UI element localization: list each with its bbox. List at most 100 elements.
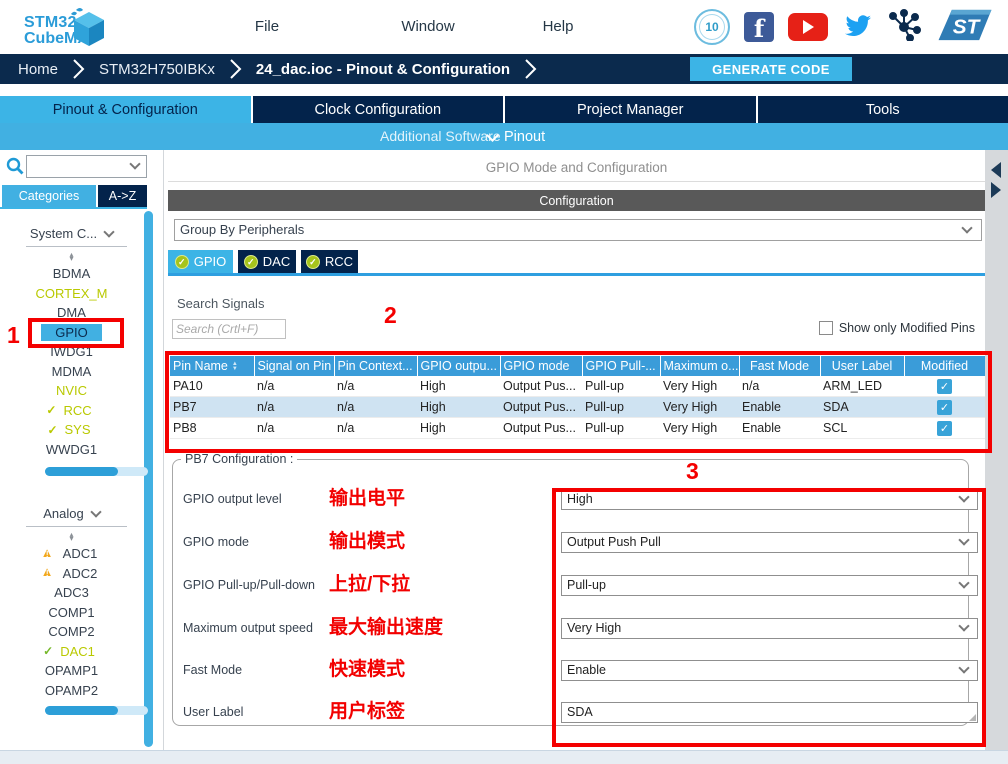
show-only-modified-pins-checkbox[interactable]: Show only Modified Pins: [819, 321, 975, 335]
peripheral-tab-rcc[interactable]: ✓RCC: [301, 250, 358, 273]
field-select-very-high[interactable]: Very High: [561, 618, 978, 639]
pin-cell[interactable]: ARM_LED: [820, 376, 904, 397]
pin-cell[interactable]: n/a: [739, 376, 820, 397]
column-header-gpio-pull-[interactable]: GPIO Pull-...: [582, 356, 660, 376]
sidebar-group-title[interactable]: System C...: [0, 222, 143, 244]
menu-item-file[interactable]: File: [237, 0, 297, 54]
sidebar-item-cortex_m[interactable]: CORTEX_M: [0, 284, 143, 304]
list-scroll-spinner[interactable]: ▴▾: [0, 530, 143, 544]
breadcrumb-item[interactable]: 24_dac.ioc - Pinout & Configuration: [256, 61, 510, 78]
sidebar-item-gpio[interactable]: GPIO: [0, 323, 143, 343]
sidebar-item-wwdg1[interactable]: WWDG1: [0, 440, 143, 460]
field-select-enable[interactable]: Enable: [561, 660, 978, 681]
sidebar-item-nvic[interactable]: NVIC: [0, 381, 143, 401]
column-header-signal-on-pin[interactable]: Signal on Pin: [254, 356, 334, 376]
column-header-gpio-mode[interactable]: GPIO mode: [500, 356, 582, 376]
tab-tools[interactable]: Tools: [756, 96, 1008, 123]
pin-cell[interactable]: Pull-up: [582, 376, 660, 397]
pin-cell[interactable]: Pull-up: [582, 397, 660, 418]
sidebar-vertical-scrollbar[interactable]: [144, 211, 153, 747]
twitter-icon[interactable]: [842, 11, 874, 44]
sidebar-group-title[interactable]: Analog: [0, 502, 143, 524]
pin-cell[interactable]: Output Pus...: [500, 376, 582, 397]
sidebar-item-rcc[interactable]: ✓RCC: [0, 401, 143, 421]
modified-checkbox-checked[interactable]: ✓: [937, 400, 952, 415]
sidebar-item-mdma[interactable]: MDMA: [0, 362, 143, 382]
pin-cell[interactable]: Very High: [660, 397, 739, 418]
sidebar-horizontal-scrollbar[interactable]: [45, 706, 148, 715]
pin-cell[interactable]: Very High: [660, 418, 739, 439]
pin-cell[interactable]: n/a: [334, 397, 417, 418]
pin-cell[interactable]: High: [417, 397, 500, 418]
pin-cell[interactable]: Output Pus...: [500, 418, 582, 439]
sidebar-tab-categories[interactable]: Categories: [2, 185, 96, 207]
peripheral-tab-dac[interactable]: ✓DAC: [238, 250, 296, 273]
pin-cell[interactable]: Enable: [739, 397, 820, 418]
pin-cell[interactable]: n/a: [254, 418, 334, 439]
column-header-gpio-outpu-[interactable]: GPIO outpu...: [417, 356, 500, 376]
menu-item-help[interactable]: Help: [528, 0, 588, 54]
pin-cell[interactable]: n/a: [334, 376, 417, 397]
additional-software-link[interactable]: Additional Software: [380, 123, 501, 150]
pin-row-pb8[interactable]: PB8n/an/aHighOutput Pus...Pull-upVery Hi…: [170, 418, 985, 439]
field-select-output-push-pull[interactable]: Output Push Pull: [561, 532, 978, 553]
pin-cell[interactable]: Enable: [739, 418, 820, 439]
pin-cell[interactable]: PA10: [170, 376, 254, 397]
stm32cubemx-logo[interactable]: STM32 CubeMX: [10, 6, 120, 52]
pin-cell[interactable]: Very High: [660, 376, 739, 397]
modified-cell[interactable]: ✓: [904, 418, 985, 439]
column-header-modified[interactable]: Modified: [904, 356, 985, 376]
peripheral-tab-gpio[interactable]: ✓GPIO: [168, 250, 233, 273]
column-header-pin-name[interactable]: Pin Name▲▼: [170, 356, 254, 376]
pin-cell[interactable]: n/a: [254, 397, 334, 418]
modified-cell[interactable]: ✓: [904, 376, 985, 397]
scrollbar-thumb[interactable]: [45, 706, 118, 715]
sidebar-tab-a-to-z[interactable]: A->Z: [98, 185, 147, 207]
modified-cell[interactable]: ✓: [904, 397, 985, 418]
sidebar-item-adc1[interactable]: ▲!ADC1: [0, 544, 143, 564]
group-by-peripherals-select[interactable]: Group By Peripherals: [174, 219, 982, 241]
column-header-user-label[interactable]: User Label: [820, 356, 904, 376]
sidebar-horizontal-scrollbar[interactable]: [45, 467, 148, 476]
expand-right-arrow-icon[interactable]: [991, 182, 1001, 198]
youtube-icon[interactable]: [788, 13, 828, 41]
pin-cell[interactable]: Output Pus...: [500, 397, 582, 418]
tab-project-manager[interactable]: Project Manager: [503, 96, 756, 123]
breadcrumb-item[interactable]: Home: [18, 61, 58, 78]
checkbox-icon[interactable]: [819, 321, 833, 335]
community-icon[interactable]: [888, 9, 922, 46]
pin-row-pb7[interactable]: PB7n/an/aHighOutput Pus...Pull-upVery Hi…: [170, 397, 985, 418]
st-logo-icon[interactable]: ST: [936, 8, 994, 47]
field-select-pull-up[interactable]: Pull-up: [561, 575, 978, 596]
sidebar-item-dma[interactable]: DMA: [0, 303, 143, 323]
pin-cell[interactable]: PB8: [170, 418, 254, 439]
pin-cell[interactable]: n/a: [334, 418, 417, 439]
sidebar-item-opamp2[interactable]: OPAMP2: [0, 681, 143, 701]
sidebar-item-sys[interactable]: ✓SYS: [0, 420, 143, 440]
modified-checkbox-checked[interactable]: ✓: [937, 379, 952, 394]
breadcrumb-item[interactable]: STM32H750IBKx: [99, 61, 215, 78]
sidebar-item-comp1[interactable]: COMP1: [0, 603, 143, 623]
column-header-pin-context-[interactable]: Pin Context...: [334, 356, 417, 376]
pin-cell[interactable]: Pull-up: [582, 418, 660, 439]
user-label-input[interactable]: SDA: [561, 702, 978, 723]
collapse-left-arrow-icon[interactable]: [991, 162, 1001, 178]
pin-row-pa10[interactable]: PA10n/an/aHighOutput Pus...Pull-upVery H…: [170, 376, 985, 397]
sidebar-item-opamp1[interactable]: OPAMP1: [0, 661, 143, 681]
sidebar-item-iwdg1[interactable]: IWDG1: [0, 342, 143, 362]
pin-cell[interactable]: SCL: [820, 418, 904, 439]
sidebar-item-bdma[interactable]: BDMA: [0, 264, 143, 284]
tab-clock-configuration[interactable]: Clock Configuration: [251, 96, 504, 123]
facebook-icon[interactable]: f: [744, 12, 774, 42]
column-header-fast-mode[interactable]: Fast Mode: [739, 356, 820, 376]
ten-years-badge-icon[interactable]: 10: [694, 9, 730, 45]
field-select-high[interactable]: High: [561, 489, 978, 510]
search-signals-input[interactable]: [172, 319, 286, 339]
modified-checkbox-checked[interactable]: ✓: [937, 421, 952, 436]
sidebar-item-dac1[interactable]: ✓DAC1: [0, 642, 143, 662]
list-scroll-spinner[interactable]: ▴▾: [0, 250, 143, 264]
pin-cell[interactable]: PB7: [170, 397, 254, 418]
tab-pinout-configuration[interactable]: Pinout & Configuration: [0, 96, 251, 123]
pin-cell[interactable]: High: [417, 376, 500, 397]
sidebar-item-comp2[interactable]: COMP2: [0, 622, 143, 642]
